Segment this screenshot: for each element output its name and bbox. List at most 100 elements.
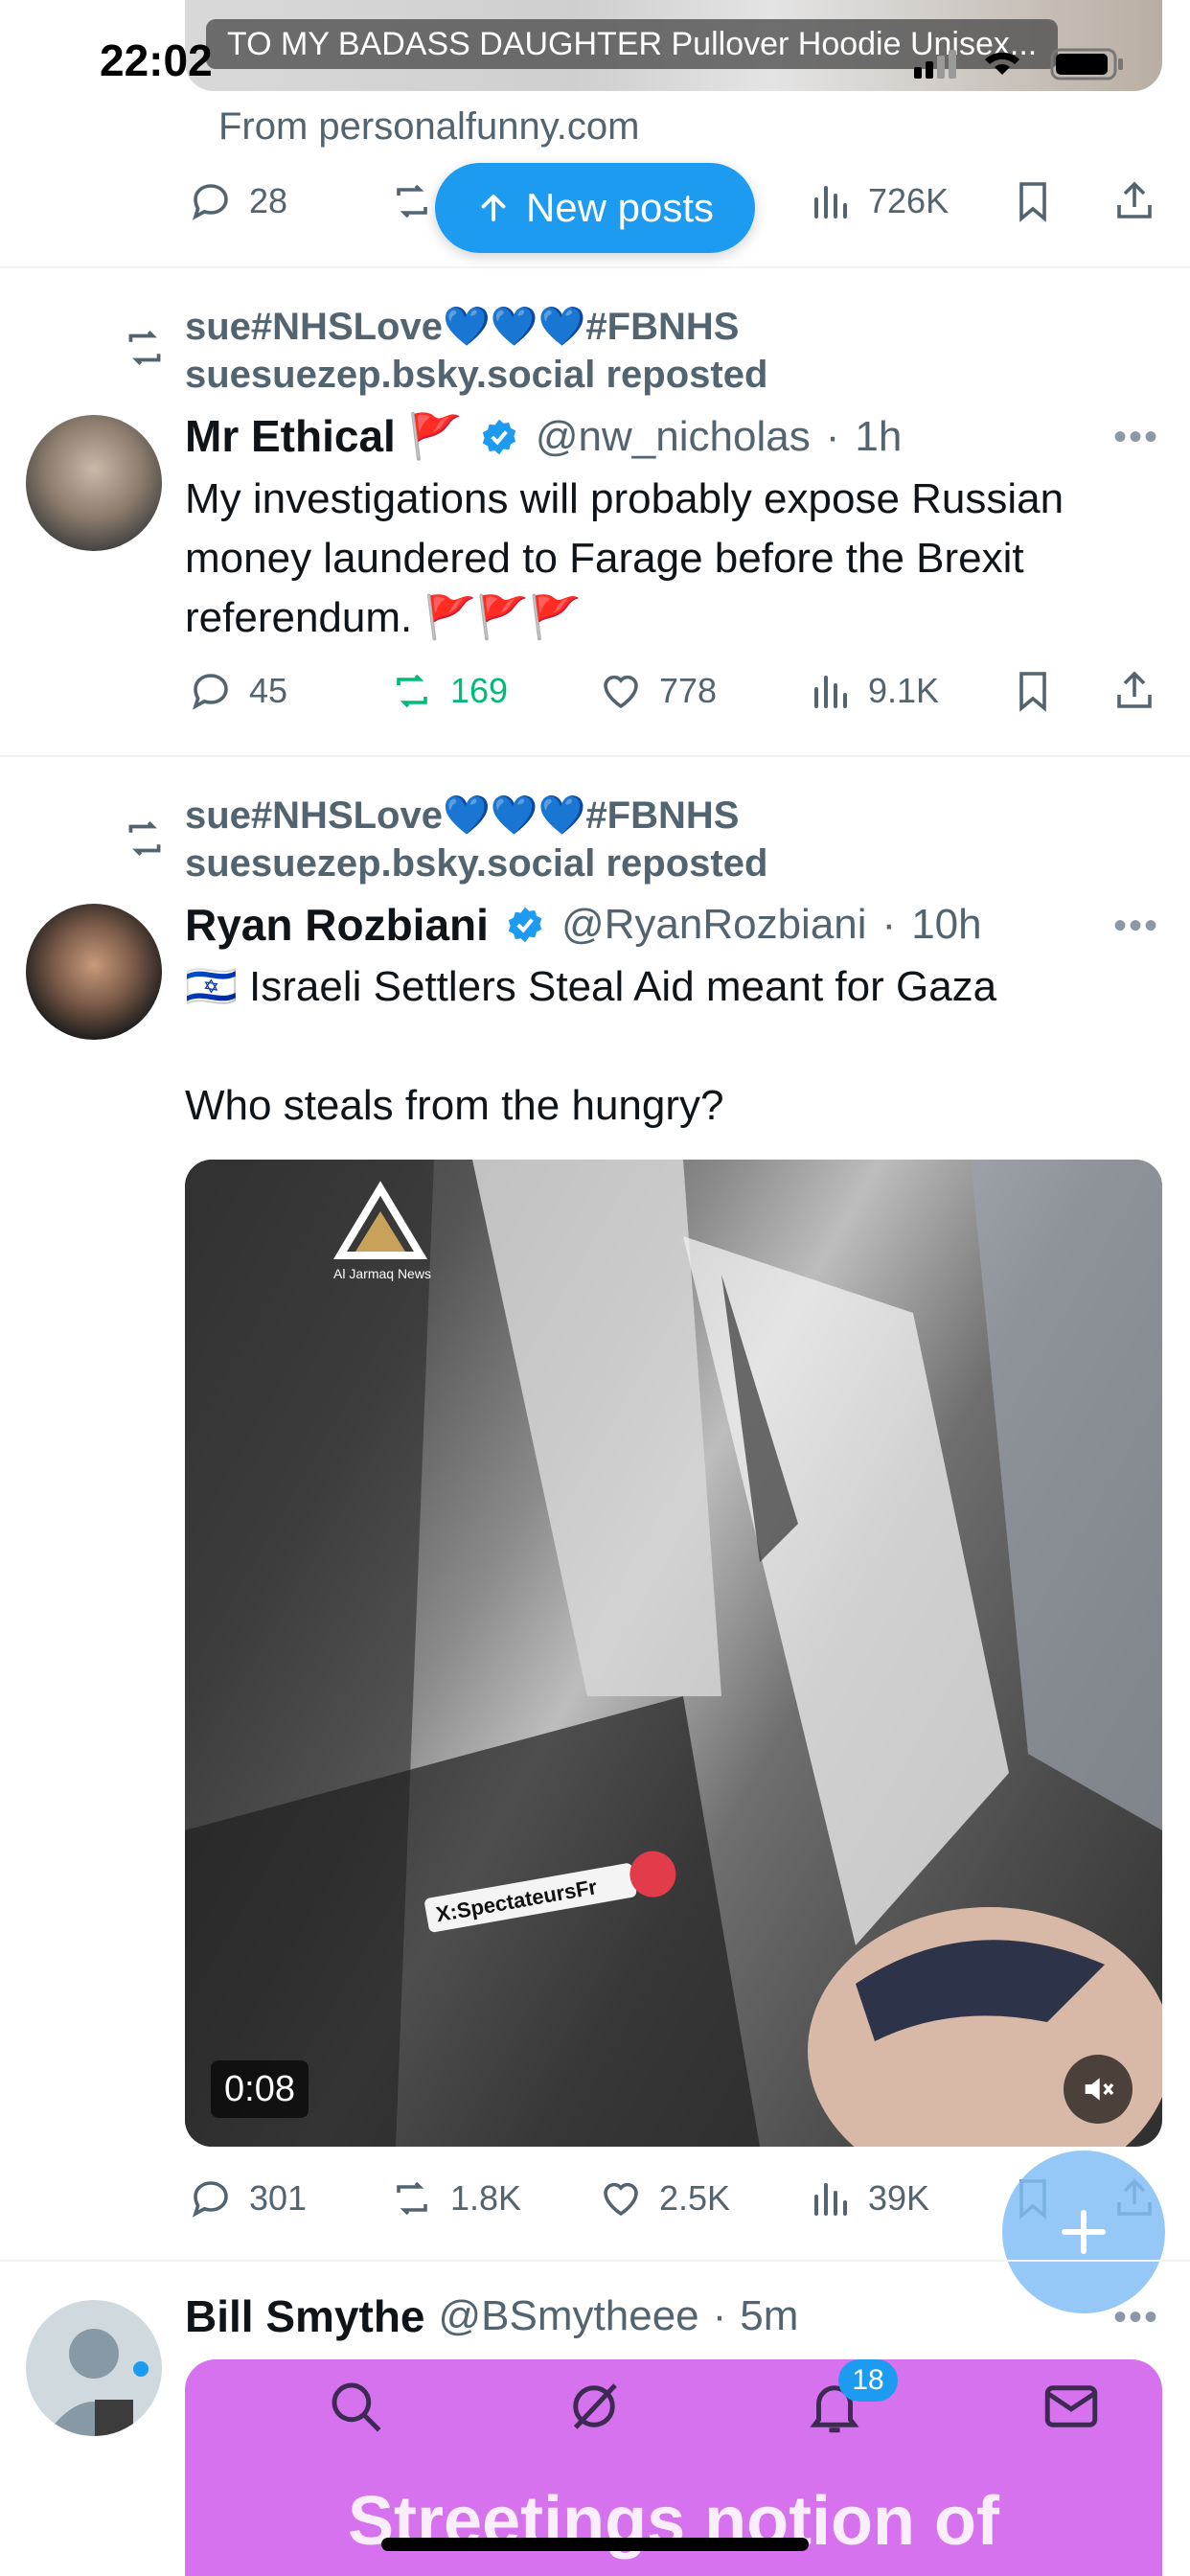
compose-button[interactable] xyxy=(1002,2150,1165,2313)
video-player[interactable]: Al Jarmaq News X:SpectateursFr xyxy=(185,1160,1162,2147)
post-time[interactable]: 1h xyxy=(855,413,902,461)
view-count: 39K xyxy=(868,2178,930,2218)
divider xyxy=(0,755,1190,757)
avatar[interactable] xyxy=(26,415,162,551)
avatar-default[interactable] xyxy=(26,2300,162,2436)
search-icon xyxy=(332,2382,381,2432)
reply-count: 28 xyxy=(249,181,288,220)
watermark-logo-text: Al Jarmaq News xyxy=(333,1266,431,1281)
share-button[interactable] xyxy=(1111,178,1173,224)
views-button[interactable]: 726K xyxy=(807,178,949,224)
like-count: 778 xyxy=(659,671,718,710)
author-handle[interactable]: @nw_nicholas xyxy=(536,413,811,461)
reply-button[interactable]: 301 xyxy=(188,2175,307,2221)
post-time[interactable]: 10h xyxy=(911,901,981,949)
heart-icon xyxy=(604,675,638,709)
verified-icon xyxy=(482,419,516,454)
like-button[interactable]: 2.5K xyxy=(598,2175,730,2221)
reply-icon xyxy=(192,184,228,220)
repost-indicator-icon xyxy=(121,324,169,372)
signal-icon xyxy=(914,50,956,79)
views-icon xyxy=(814,186,847,218)
bookmark-icon xyxy=(1019,182,1046,222)
verified-icon xyxy=(508,907,542,943)
repost-by[interactable]: sue#NHSLove💙💙💙#FBNHS xyxy=(185,792,739,840)
repost-button[interactable]: 169 xyxy=(389,668,508,714)
repost-sub: suesuezep.bsky.social reposted xyxy=(185,842,768,885)
repost-by[interactable]: sue#NHSLove💙💙💙#FBNHS xyxy=(185,303,739,351)
post-time[interactable]: 5m xyxy=(740,2292,798,2340)
post-header: Bill Smythe @BSmytheee · 5m xyxy=(185,2290,798,2342)
reply-count: 45 xyxy=(249,671,288,710)
home-indicator[interactable] xyxy=(381,2538,809,2551)
battery-icon xyxy=(1050,48,1123,80)
muted-speaker-icon xyxy=(1085,2078,1114,2101)
post-text-line-1: 🇮🇱 Israeli Settlers Steal Aid meant for … xyxy=(185,963,997,1010)
mail-icon xyxy=(1044,2385,1098,2427)
post-header: Ryan Rozbiani @RyanRozbiani · 10h xyxy=(185,899,982,951)
view-count: 9.1K xyxy=(868,671,940,710)
video-duration: 0:08 xyxy=(211,2060,309,2118)
repost-button[interactable]: 1.8K xyxy=(389,2175,521,2221)
author-name[interactable]: Ryan Rozbiani xyxy=(185,899,489,951)
post-header: Mr Ethical 🚩 @nw_nicholas · 1h xyxy=(185,410,902,463)
repost-sub: suesuezep.bsky.social reposted xyxy=(185,354,768,396)
separator-dot: · xyxy=(881,901,897,948)
repost-count: 169 xyxy=(450,671,509,710)
heart-icon xyxy=(604,2182,638,2217)
reply-count: 301 xyxy=(249,2178,308,2218)
new-posts-label: New posts xyxy=(525,185,715,230)
reply-icon xyxy=(192,2181,228,2218)
repost-count: 1.8K xyxy=(450,2178,522,2218)
bookmark-icon xyxy=(1019,672,1046,712)
more-icon[interactable]: ••• xyxy=(1113,2296,1159,2339)
notifications-badge: 18 xyxy=(838,2359,898,2402)
new-posts-button[interactable]: New posts xyxy=(435,163,755,253)
person-placeholder-icon xyxy=(45,2329,149,2436)
ad-source[interactable]: From personalfunny.com xyxy=(218,105,639,149)
wifi-icon xyxy=(985,52,1019,75)
more-icon[interactable]: ••• xyxy=(1113,416,1159,459)
post-text-line-2: Who steals from the hungry? xyxy=(185,1082,724,1129)
views-icon xyxy=(814,676,847,708)
separator-dot: · xyxy=(712,2292,727,2339)
repost-icon xyxy=(397,2181,427,2216)
like-count: 2.5K xyxy=(659,2178,731,2218)
reply-button[interactable]: 45 xyxy=(188,668,287,714)
views-icon xyxy=(814,2183,847,2216)
like-button[interactable]: 778 xyxy=(598,668,717,714)
separator-dot: · xyxy=(825,412,840,460)
more-icon[interactable]: ••• xyxy=(1113,905,1159,948)
share-icon xyxy=(1117,181,1152,218)
repost-icon xyxy=(397,184,427,218)
nav-grok[interactable] xyxy=(562,2375,626,2438)
reply-icon xyxy=(192,674,228,710)
bookmark-button[interactable] xyxy=(1010,178,1071,224)
nav-search[interactable] xyxy=(324,2375,387,2438)
plus-icon xyxy=(1062,2210,1106,2254)
bookmark-button[interactable] xyxy=(1010,668,1071,714)
author-name[interactable]: Bill Smythe xyxy=(185,2290,425,2342)
share-icon xyxy=(1117,671,1152,708)
author-name[interactable]: Mr Ethical 🚩 xyxy=(185,410,463,463)
views-button[interactable]: 9.1K xyxy=(807,668,939,714)
status-time: 22:02 xyxy=(100,35,213,85)
reply-button[interactable]: 28 xyxy=(188,178,287,224)
author-handle[interactable]: @BSmytheee xyxy=(439,2292,699,2340)
grok-icon xyxy=(573,2383,617,2429)
divider xyxy=(0,266,1190,268)
repost-indicator-icon xyxy=(121,815,169,862)
view-count: 726K xyxy=(868,181,950,220)
author-handle[interactable]: @RyanRozbiani xyxy=(561,901,867,949)
post-text: My investigations will probably expose R… xyxy=(185,475,1064,641)
share-button[interactable] xyxy=(1111,668,1173,714)
video-frame: Al Jarmaq News X:SpectateursFr xyxy=(185,1160,1162,2147)
mute-button[interactable] xyxy=(1064,2055,1133,2124)
avatar[interactable] xyxy=(26,904,162,1040)
repost-icon xyxy=(397,674,427,708)
arrow-up-icon xyxy=(481,195,506,221)
status-icons xyxy=(910,42,1131,84)
divider xyxy=(0,2260,1190,2262)
views-button[interactable]: 39K xyxy=(807,2175,929,2221)
nav-messages[interactable] xyxy=(1040,2375,1103,2438)
